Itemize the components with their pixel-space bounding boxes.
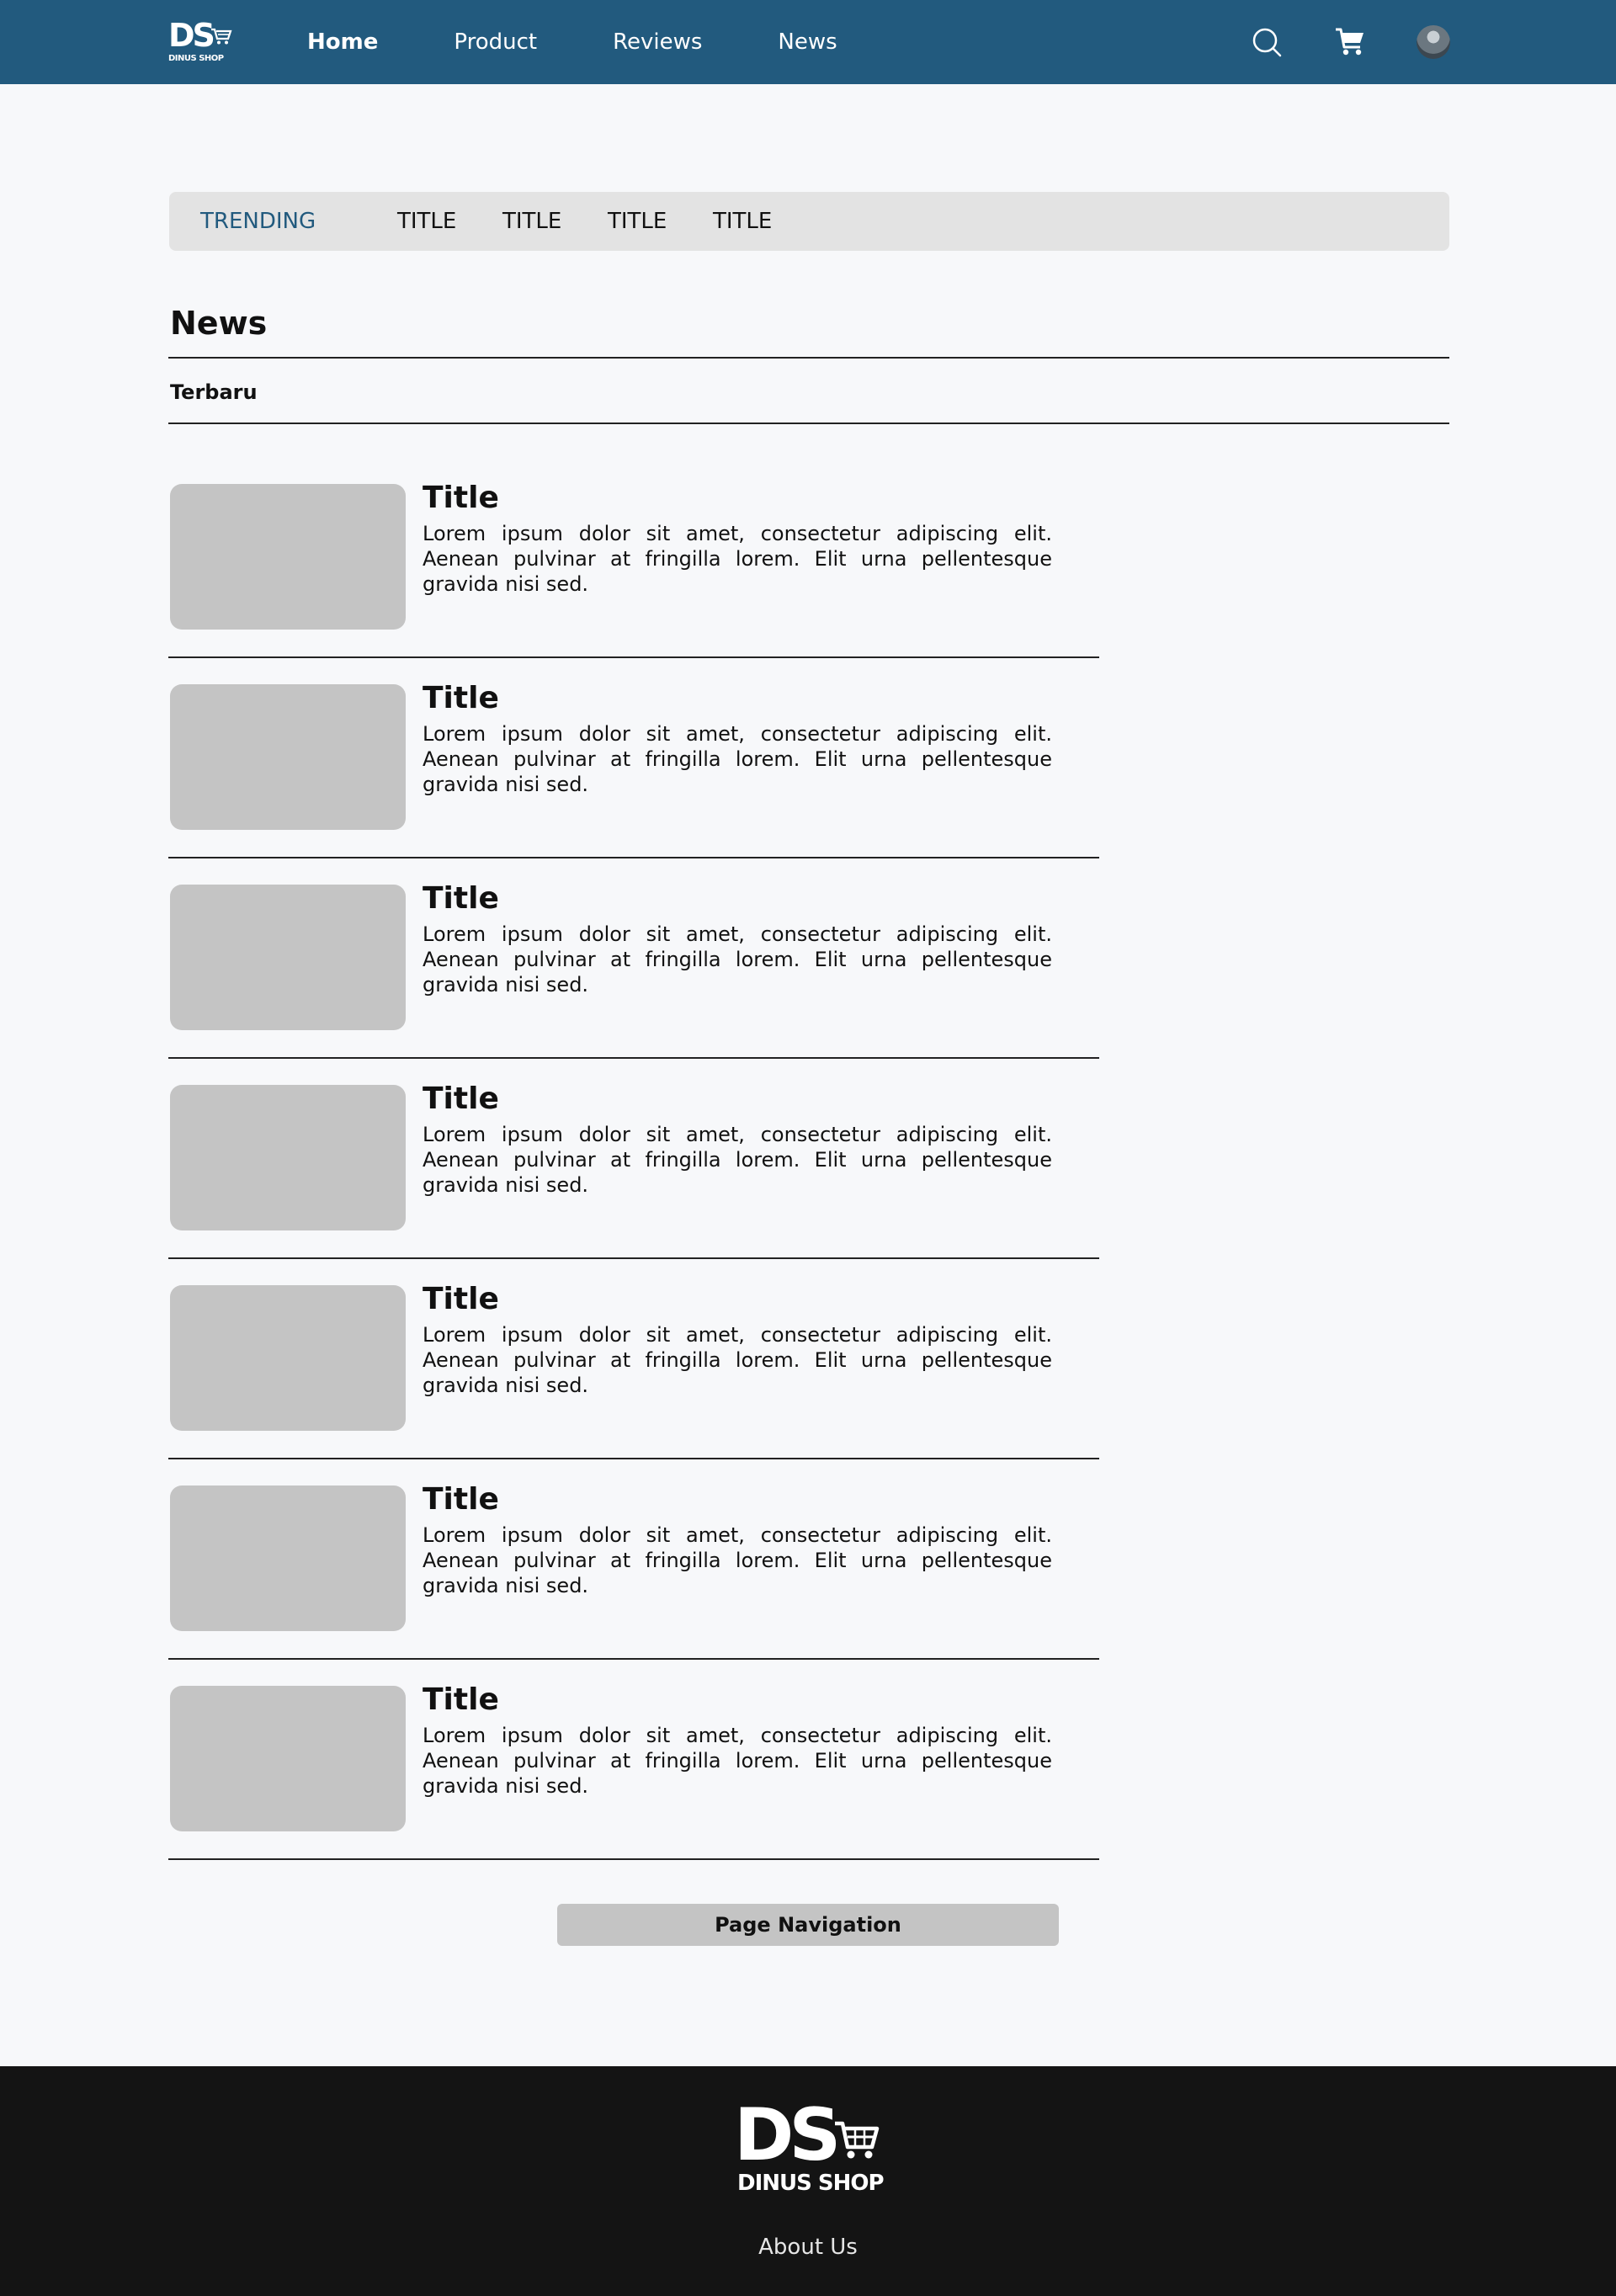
divider: [168, 1257, 1099, 1259]
article-title[interactable]: Title: [423, 481, 499, 515]
trending-label: TRENDING: [200, 209, 316, 234]
article-title[interactable]: Title: [423, 1082, 499, 1116]
divider: [168, 357, 1449, 359]
article-item[interactable]: Title Lorem ipsum dolor sit amet, consec…: [168, 681, 1099, 885]
article-thumbnail[interactable]: [170, 1085, 406, 1230]
divider: [168, 656, 1099, 658]
nav-item-home[interactable]: Home: [307, 29, 378, 55]
article-title[interactable]: Title: [423, 681, 499, 715]
article-thumbnail[interactable]: [170, 684, 406, 830]
trending-item[interactable]: TITLE: [502, 209, 561, 234]
brand-logo[interactable]: DS DINUS SHOP: [168, 17, 236, 66]
logo-cart-icon: [210, 27, 232, 49]
article-title[interactable]: Title: [423, 1482, 499, 1517]
article-title[interactable]: Title: [423, 1682, 499, 1717]
footer-logo-mark: DS: [734, 2093, 841, 2177]
search-icon[interactable]: [1248, 24, 1285, 61]
divider: [168, 857, 1099, 858]
article-item[interactable]: Title Lorem ipsum dolor sit amet, consec…: [168, 1082, 1099, 1285]
nav-item-news[interactable]: News: [778, 29, 837, 55]
divider: [168, 1458, 1099, 1459]
article-excerpt: Lorem ipsum dolor sit amet, consectetur …: [423, 1323, 1052, 1397]
article-item[interactable]: Title Lorem ipsum dolor sit amet, consec…: [168, 1482, 1099, 1686]
main-nav: Home Product Reviews News: [307, 0, 913, 84]
trending-item[interactable]: TITLE: [397, 209, 456, 234]
article-excerpt: Lorem ipsum dolor sit amet, consectetur …: [423, 522, 1052, 596]
article-excerpt: Lorem ipsum dolor sit amet, consectetur …: [423, 1724, 1052, 1798]
cart-icon[interactable]: [1332, 24, 1369, 61]
divider: [168, 1658, 1099, 1660]
article-excerpt: Lorem ipsum dolor sit amet, consectetur …: [423, 1123, 1052, 1197]
top-nav-bar: DS DINUS SHOP Home Product Reviews News: [0, 0, 1616, 84]
article-excerpt: Lorem ipsum dolor sit amet, consectetur …: [423, 722, 1052, 796]
article-title[interactable]: Title: [423, 1282, 499, 1316]
page-navigation[interactable]: Page Navigation: [557, 1904, 1059, 1946]
footer-logo-wordmark: DINUS SHOP: [737, 2171, 885, 2196]
trending-item[interactable]: TITLE: [713, 209, 772, 234]
article-thumbnail[interactable]: [170, 1686, 406, 1831]
divider: [168, 1858, 1099, 1860]
article-excerpt: Lorem ipsum dolor sit amet, consectetur …: [423, 1523, 1052, 1597]
nav-item-reviews[interactable]: Reviews: [613, 29, 702, 55]
filter-tab-latest[interactable]: Terbaru: [170, 380, 258, 404]
article-thumbnail[interactable]: [170, 1485, 406, 1631]
footer-logo-cart-icon: [833, 2118, 880, 2164]
divider: [168, 1057, 1099, 1059]
article-item[interactable]: Title Lorem ipsum dolor sit amet, consec…: [168, 481, 1099, 684]
page-title: News: [170, 305, 268, 342]
article-thumbnail[interactable]: [170, 885, 406, 1030]
nav-item-product[interactable]: Product: [454, 29, 537, 55]
article-thumbnail[interactable]: [170, 484, 406, 630]
article-item[interactable]: Title Lorem ipsum dolor sit amet, consec…: [168, 1282, 1099, 1485]
article-item[interactable]: Title Lorem ipsum dolor sit amet, consec…: [168, 881, 1099, 1085]
article-item[interactable]: Title Lorem ipsum dolor sit amet, consec…: [168, 1682, 1099, 1886]
logo-mark: DS: [168, 17, 215, 54]
article-title[interactable]: Title: [423, 881, 499, 916]
divider: [168, 423, 1449, 424]
logo-wordmark: DINUS SHOP: [168, 54, 224, 63]
footer: DS DINUS SHOP About Us: [0, 2066, 1616, 2296]
trending-bar: TRENDING TITLE TITLE TITLE TITLE: [169, 192, 1449, 251]
article-thumbnail[interactable]: [170, 1285, 406, 1431]
user-avatar[interactable]: [1417, 25, 1450, 59]
article-excerpt: Lorem ipsum dolor sit amet, consectetur …: [423, 922, 1052, 997]
trending-item[interactable]: TITLE: [608, 209, 667, 234]
footer-logo[interactable]: DS DINUS SHOP: [734, 2095, 885, 2201]
about-us-link[interactable]: About Us: [0, 2235, 1616, 2260]
